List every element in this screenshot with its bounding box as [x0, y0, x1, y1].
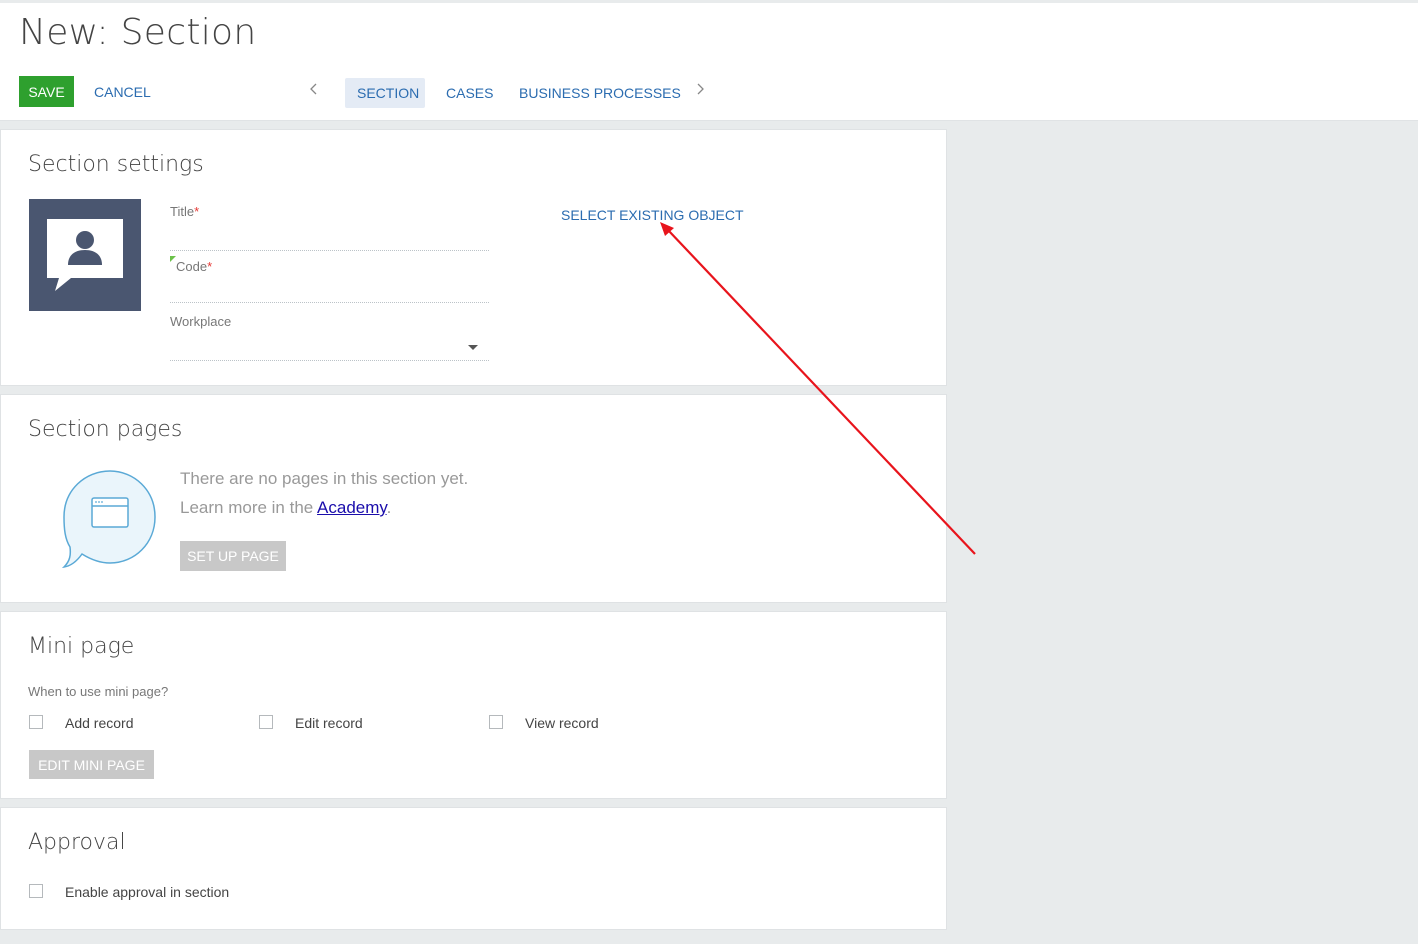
add-record-label: Add record	[65, 715, 134, 731]
cancel-button[interactable]: CANCEL	[94, 84, 151, 100]
chevron-left-icon[interactable]	[309, 81, 319, 102]
view-record-label: View record	[525, 715, 599, 731]
code-field[interactable]	[170, 302, 489, 303]
academy-link[interactable]: Academy	[317, 498, 387, 517]
chevron-right-icon[interactable]	[695, 81, 705, 102]
section-pages-title: Section pages	[28, 417, 183, 442]
approval-card: Approval Enable approval in section	[0, 807, 947, 930]
section-pages-card: Section pages There are no pages in this…	[0, 394, 947, 603]
save-button[interactable]: SAVE	[19, 76, 74, 107]
empty-pages-message: There are no pages in this section yet.	[180, 469, 469, 488]
enable-approval-checkbox[interactable]	[29, 884, 43, 898]
section-settings-title: Section settings	[28, 152, 204, 177]
approval-title: Approval	[28, 830, 126, 855]
workplace-field-label: Workplace	[170, 314, 232, 329]
tab-cases[interactable]: CASES	[434, 78, 505, 108]
page-title: New: Section	[19, 12, 257, 53]
mini-page-card: Mini page When to use mini page? Add rec…	[0, 611, 947, 799]
tab-label: CASES	[446, 85, 494, 101]
tab-section[interactable]: SECTION	[345, 78, 425, 108]
add-record-checkbox[interactable]	[29, 715, 43, 729]
code-field-label: Code*	[176, 259, 213, 274]
enable-approval-label: Enable approval in section	[65, 884, 230, 900]
section-settings-card: Section settings Title* Code* Workplace …	[0, 129, 947, 386]
academy-hint: Learn more in the Academy.	[180, 498, 392, 517]
title-field-label: Title*	[170, 204, 200, 219]
edit-record-checkbox[interactable]	[259, 715, 273, 729]
set-up-page-button[interactable]: SET UP PAGE	[180, 541, 286, 571]
workplace-select[interactable]	[170, 360, 489, 361]
title-field[interactable]	[170, 250, 489, 251]
mini-page-question: When to use mini page?	[28, 684, 169, 699]
edit-mini-page-button[interactable]: EDIT MINI PAGE	[29, 750, 154, 779]
tab-label: SECTION	[357, 85, 420, 101]
mini-page-title: Mini page	[28, 634, 135, 659]
page-speech-bubble-icon	[61, 469, 161, 576]
page-header: New: Section SAVE CANCEL SECTION CASES B…	[0, 0, 1418, 121]
tab-label: BUSINESS PROCESSES	[519, 85, 681, 101]
view-record-checkbox[interactable]	[489, 715, 503, 729]
section-avatar-icon[interactable]	[29, 199, 141, 311]
edit-record-label: Edit record	[295, 715, 363, 731]
tab-business-processes[interactable]: BUSINESS PROCESSES	[507, 78, 693, 108]
chevron-down-icon[interactable]	[468, 345, 478, 350]
select-existing-object-link[interactable]: SELECT EXISTING OBJECT	[561, 207, 744, 223]
